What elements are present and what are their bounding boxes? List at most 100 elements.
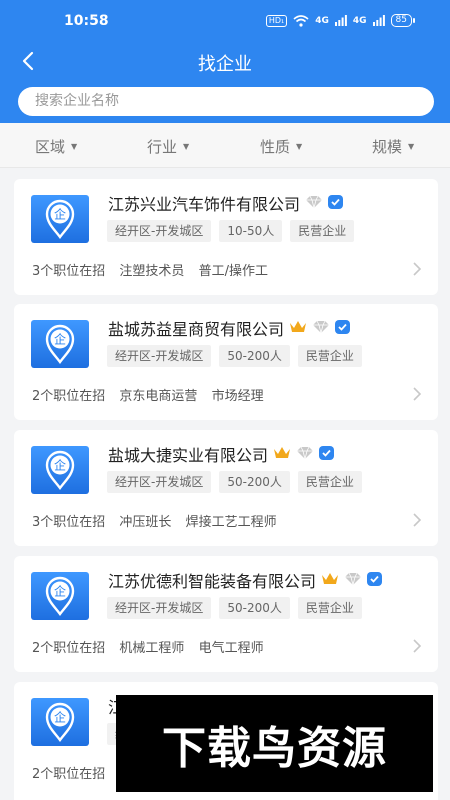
verified-icon: [328, 194, 344, 213]
tag-list: 经开区-开发城区 10-50人 民营企业: [107, 220, 355, 242]
signal-bars-icon-2: [372, 15, 385, 26]
logo-text: 企: [54, 332, 66, 347]
tag-district: 经开区-开发城区: [107, 220, 212, 242]
tag-size: 50-200人: [219, 471, 290, 493]
diamond-icon: [296, 445, 314, 464]
tag-list: 经开区-开发城区 50-200人 民营企业: [107, 471, 362, 493]
company-name-row: 江苏兴业汽车饰件有限公司: [108, 191, 344, 215]
wifi-icon: [293, 14, 309, 27]
tag-list: 经开区-开发城区 50-200人 民营企业: [107, 345, 362, 367]
company-card[interactable]: 企 盐城大捷实业有限公司 经开区-开发城区 50-200人 民营企业 3个职位在…: [14, 430, 438, 546]
company-logo: 企: [31, 572, 89, 620]
signal-icon-1: 4G: [315, 15, 329, 26]
page-title: 找企业: [198, 54, 252, 75]
jobs-row: 2个职位在招 机械工程师 电气工程师: [32, 637, 274, 656]
company-name-row: 盐城苏益星商贸有限公司: [108, 316, 351, 340]
logo-text: 企: [54, 207, 66, 222]
job-title: 普工/操作工: [198, 264, 268, 279]
status-time: 10:58: [64, 13, 109, 29]
caret-down-icon: ▼: [183, 142, 190, 151]
diamond-icon: [344, 571, 362, 590]
search-input[interactable]: 搜索企业名称: [18, 87, 434, 116]
watermark-banner: 下载鸟资源: [116, 695, 433, 792]
filter-industry[interactable]: 行业 ▼: [147, 136, 189, 157]
chevron-right-icon: [413, 387, 422, 401]
tag-district: 经开区-开发城区: [107, 345, 212, 367]
verified-icon: [335, 319, 351, 338]
hd-icon: HD₁: [265, 14, 288, 27]
verified-icon: [319, 445, 335, 464]
caret-down-icon: ▼: [296, 142, 303, 151]
logo-text: 企: [54, 458, 66, 473]
chevron-right-icon: [413, 639, 422, 653]
chevron-right-icon: [413, 513, 422, 527]
filter-label: 规模: [372, 138, 403, 156]
company-card[interactable]: 企 江苏优德利智能装备有限公司 经开区-开发城区 50-200人 民营企业 2个…: [14, 556, 438, 672]
jobs-count: 2个职位在招: [32, 641, 106, 656]
jobs-row: 2个职位在招 京东电商运营 市场经理: [32, 385, 274, 404]
signal-bars-icon-1: [334, 15, 347, 26]
signal-icon-2: 4G: [352, 15, 367, 26]
chevron-right-icon: [413, 262, 422, 276]
company-card[interactable]: 企 盐城苏益星商贸有限公司 经开区-开发城区 50-200人 民营企业 2个职位…: [14, 304, 438, 420]
battery-icon: 85: [390, 14, 416, 27]
company-name-row: 江苏优德利智能装备有限公司: [108, 568, 383, 592]
filter-label: 区域: [35, 138, 66, 156]
verified-icon: [367, 571, 383, 590]
caret-down-icon: ▼: [408, 142, 415, 151]
watermark-text: 下载鸟资源: [162, 722, 387, 774]
job-title: 焊接工艺工程师: [185, 515, 277, 530]
filter-region[interactable]: 区域 ▼: [35, 136, 77, 157]
jobs-row: 3个职位在招 冲压班长 焊接工艺工程师: [32, 511, 287, 530]
job-title: 京东电商运营: [119, 389, 198, 404]
crown-icon: [321, 571, 339, 590]
tag-type: 民营企业: [297, 471, 362, 493]
job-title: 电气工程师: [198, 641, 264, 656]
diamond-icon: [312, 319, 330, 338]
job-title: 市场经理: [211, 389, 264, 404]
company-name: 盐城大捷实业有限公司: [108, 446, 269, 465]
tag-size: 10-50人: [219, 220, 283, 242]
crown-icon: [289, 319, 307, 338]
jobs-count: 2个职位在招: [32, 767, 106, 782]
tag-size: 50-200人: [219, 345, 290, 367]
tag-district: 经开区-开发城区: [107, 597, 212, 619]
jobs-count: 3个职位在招: [32, 264, 106, 279]
crown-icon: [273, 445, 291, 464]
logo-text: 企: [54, 584, 66, 599]
nav-bar: 找企业: [0, 44, 450, 78]
header-bar: 10:58 HD₁ 4G 4G 85 找企业 搜索企业名称: [0, 0, 450, 123]
jobs-row: 2个职位在招: [32, 763, 115, 782]
status-icons: HD₁ 4G 4G 85: [265, 14, 416, 27]
company-name-row: 盐城大捷实业有限公司: [108, 442, 335, 466]
jobs-row: 3个职位在招 注塑技术员 普工/操作工: [32, 260, 278, 279]
company-name: 江苏优德利智能装备有限公司: [108, 572, 317, 591]
tag-type: 民营企业: [297, 597, 362, 619]
company-logo: 企: [31, 446, 89, 494]
jobs-count: 2个职位在招: [32, 389, 106, 404]
company-logo: 企: [31, 320, 89, 368]
job-title: 注塑技术员: [119, 264, 185, 279]
jobs-count: 3个职位在招: [32, 515, 106, 530]
filter-label: 行业: [147, 138, 178, 156]
logo-text: 企: [54, 710, 66, 725]
job-title: 冲压班长: [119, 515, 172, 530]
filter-nature[interactable]: 性质 ▼: [260, 136, 302, 157]
company-name: 江苏兴业汽车饰件有限公司: [108, 195, 301, 214]
company-logo: 企: [31, 195, 89, 243]
company-name: 盐城苏益星商贸有限公司: [108, 320, 285, 339]
company-logo: 企: [31, 698, 89, 746]
status-bar: 10:58 HD₁ 4G 4G 85: [0, 0, 450, 40]
caret-down-icon: ▼: [71, 142, 78, 151]
job-title: 机械工程师: [119, 641, 185, 656]
tag-size: 50-200人: [219, 597, 290, 619]
filter-scale[interactable]: 规模 ▼: [372, 136, 414, 157]
tag-district: 经开区-开发城区: [107, 471, 212, 493]
company-card[interactable]: 企 江苏兴业汽车饰件有限公司 经开区-开发城区 10-50人 民营企业 3个职位…: [14, 179, 438, 295]
filter-label: 性质: [260, 138, 291, 156]
diamond-icon: [305, 194, 323, 213]
tag-type: 民营企业: [290, 220, 355, 242]
tag-type: 民营企业: [297, 345, 362, 367]
filter-bar: 区域 ▼ 行业 ▼ 性质 ▼ 规模 ▼: [0, 123, 450, 168]
tag-list: 经开区-开发城区 50-200人 民营企业: [107, 597, 362, 619]
